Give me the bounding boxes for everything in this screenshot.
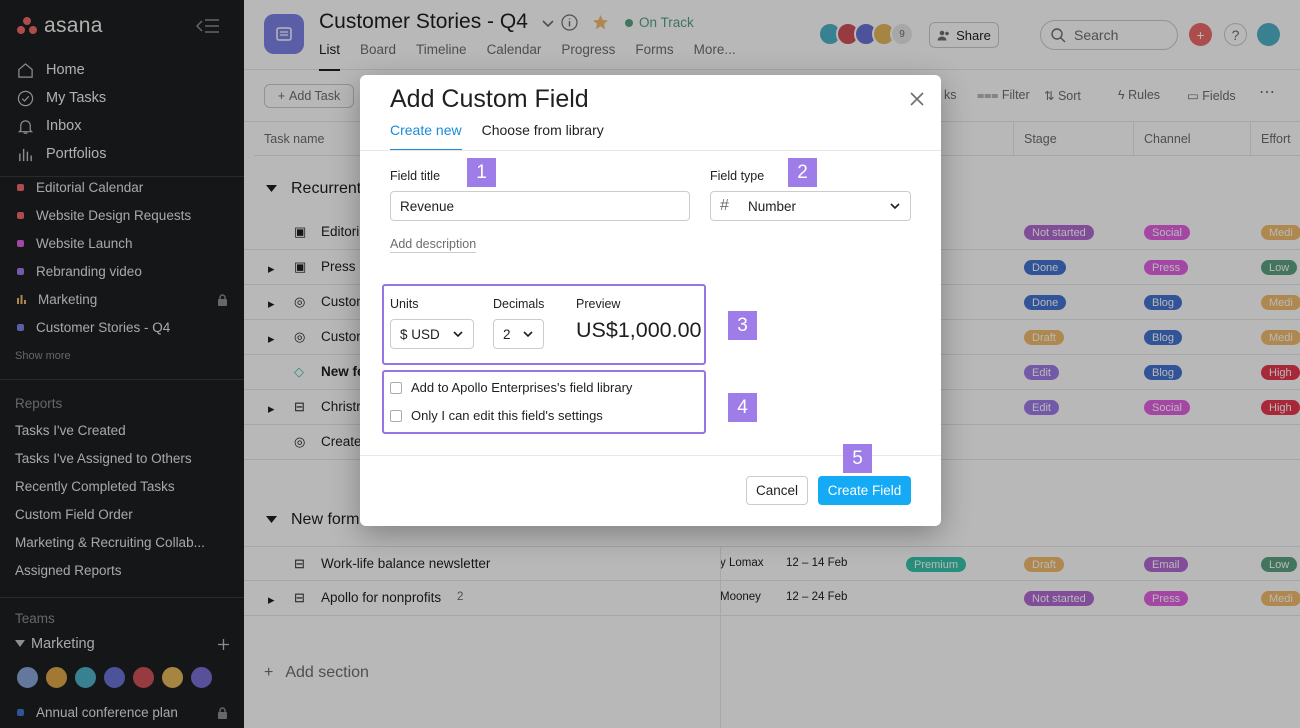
- annotation-badge-4: 4: [728, 393, 757, 422]
- units-select[interactable]: $ USD: [390, 319, 474, 349]
- annotation-badge-2: 2: [788, 158, 817, 187]
- preview-value: US$1,000.00: [576, 318, 702, 342]
- add-description-link[interactable]: Add description: [390, 237, 476, 251]
- decimals-value: 2: [503, 326, 511, 342]
- chevron-down-icon: [890, 202, 900, 209]
- only-i-can-edit-checkbox[interactable]: Only I can edit this field's settings: [390, 408, 603, 423]
- chevron-down-icon: [523, 330, 533, 337]
- checkbox-label: Add to Apollo Enterprises's field librar…: [411, 380, 633, 395]
- field-title-input[interactable]: Revenue: [390, 191, 690, 221]
- units-label: Units: [390, 297, 419, 311]
- preview-label: Preview: [576, 297, 621, 311]
- dialog-divider: [360, 150, 941, 151]
- annotation-badge-5: 5: [843, 444, 872, 473]
- add-to-library-checkbox[interactable]: Add to Apollo Enterprises's field librar…: [390, 380, 632, 395]
- decimals-select[interactable]: 2: [493, 319, 544, 349]
- hash-icon: #: [720, 197, 729, 214]
- close-icon[interactable]: [909, 91, 925, 107]
- field-title-label: Field title: [390, 169, 441, 183]
- field-type-select[interactable]: # Number: [710, 191, 911, 221]
- units-value: $ USD: [400, 326, 440, 342]
- chevron-down-icon: [453, 330, 463, 337]
- dialog-tabs: Create new Choose from library: [390, 122, 604, 151]
- checkbox-icon[interactable]: [390, 409, 402, 422]
- annotation-badge-3: 3: [728, 311, 757, 340]
- tab-choose-from-library[interactable]: Choose from library: [482, 122, 604, 138]
- field-type-label: Field type: [710, 169, 765, 183]
- field-type-value: Number: [748, 198, 797, 214]
- decimals-label: Decimals: [493, 297, 545, 311]
- checkbox-icon[interactable]: [390, 381, 402, 394]
- dialog-title: Add Custom Field: [390, 85, 589, 113]
- annotation-badge-1: 1: [467, 158, 496, 187]
- create-field-button[interactable]: Create Field: [818, 476, 911, 505]
- cancel-button[interactable]: Cancel: [746, 476, 808, 505]
- tab-create-new[interactable]: Create new: [390, 122, 462, 151]
- checkbox-label: Only I can edit this field's settings: [411, 408, 603, 423]
